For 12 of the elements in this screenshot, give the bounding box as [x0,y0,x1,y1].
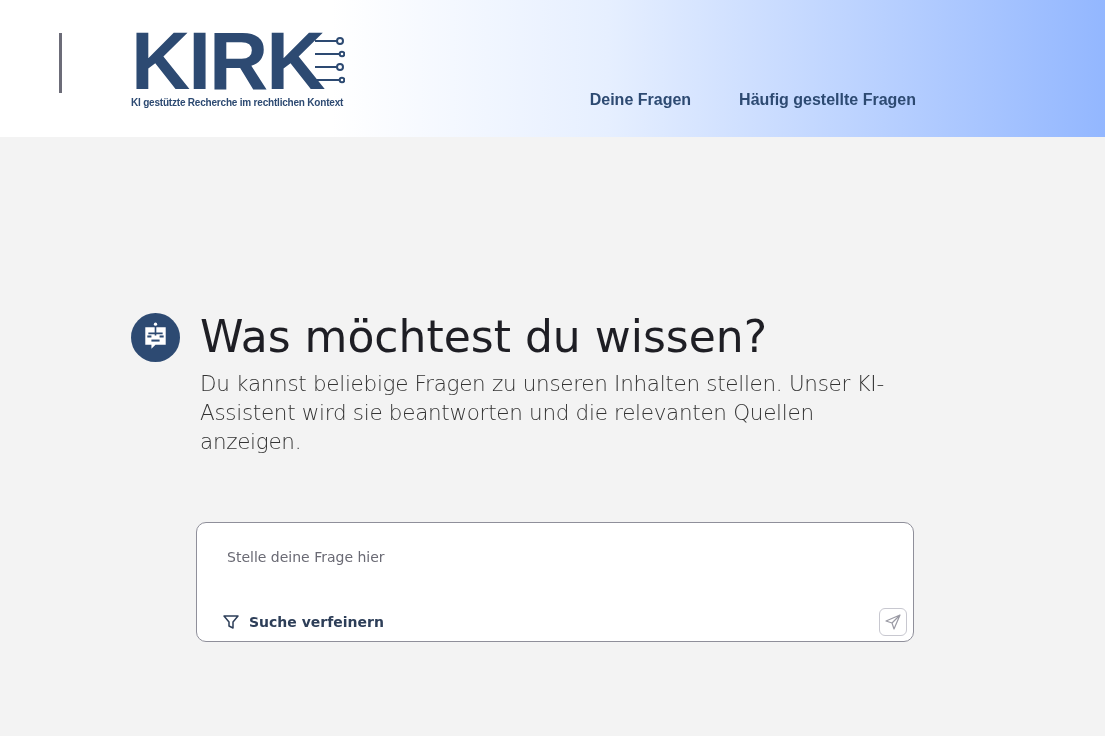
refine-search-button[interactable]: Suche verfeinern [222,613,384,631]
nav-link[interactable]: Deine Fragen [589,91,692,109]
question-field[interactable]: Stelle deine Frage hier Suche verfeinern [196,522,914,642]
send-button[interactable] [879,608,907,636]
robot-scales-icon [131,313,180,362]
page-title: Was möchtest du wissen? [200,311,769,363]
nav-link[interactable]: Häufig gestellte Fragen [739,91,916,109]
logo-tagline: KI gestützte Recherche im rechtlichen Kontext [131,97,345,108]
intro-text: Du kannst beliebige Fragen zu unseren Inhalten stellen. Unser KI-Assistent wird sie beantworten und die relevanten Quellen anzeigen. [200,370,885,456]
logo-wordmark: KIRK [131,28,324,94]
send-icon [884,613,902,631]
filter-icon [222,613,240,631]
